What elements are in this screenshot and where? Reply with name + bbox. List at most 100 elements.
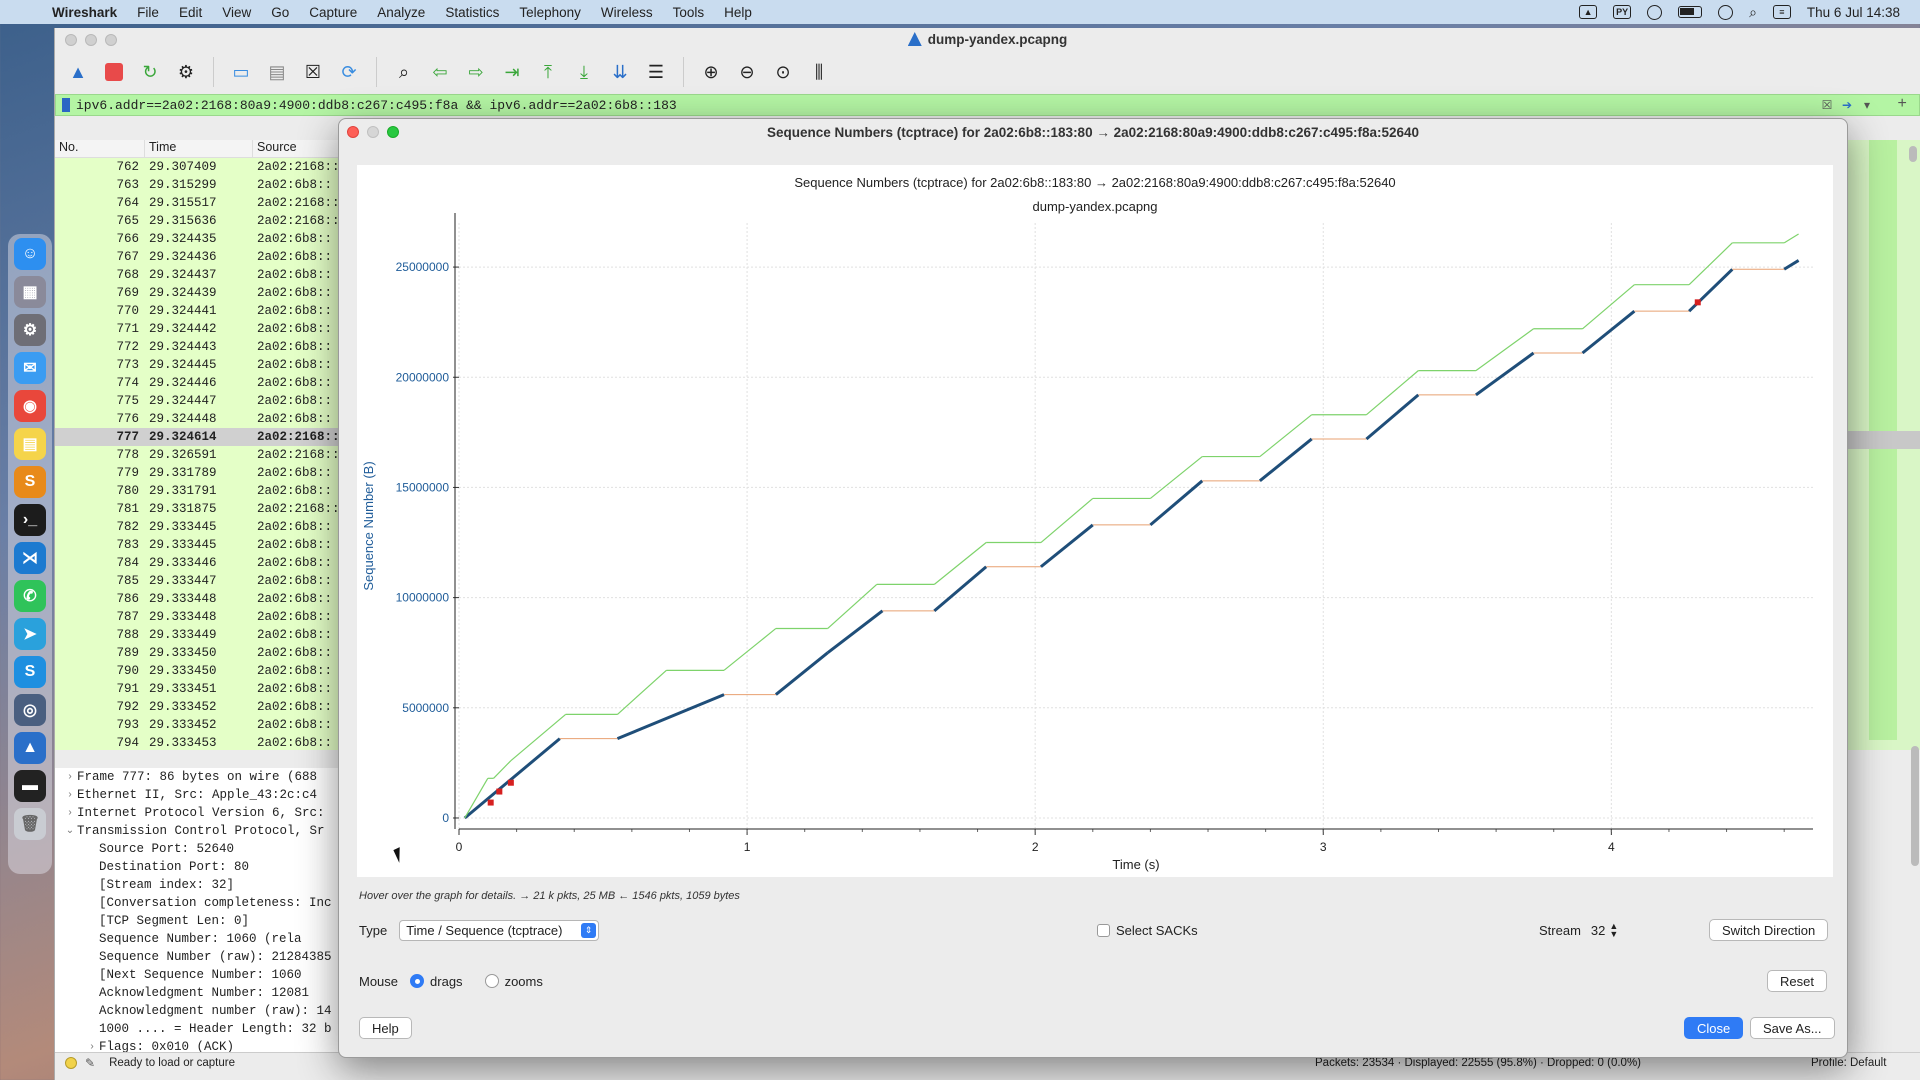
detail-row[interactable]: ⌄ Transmission Control Protocol, Sr bbox=[55, 822, 345, 840]
table-row[interactable]: 788 29.333449 2a02:6b8:: bbox=[55, 626, 345, 644]
skype-icon[interactable]: S bbox=[14, 656, 46, 688]
detail-row[interactable]: Sequence Number: 1060 (rela bbox=[55, 930, 345, 948]
expand-arrow-icon[interactable]: › bbox=[85, 1042, 99, 1053]
profile-label[interactable]: Profile: Default bbox=[1811, 1057, 1920, 1069]
menu-help[interactable]: Help bbox=[724, 5, 752, 20]
zoom-in-icon[interactable]: ⊕ bbox=[696, 57, 726, 87]
menu-edit[interactable]: Edit bbox=[179, 5, 202, 20]
detail-row[interactable]: [Next Sequence Number: 1060 bbox=[55, 966, 345, 984]
table-row[interactable]: 783 29.333445 2a02:6b8:: bbox=[55, 536, 345, 554]
menu-analyze[interactable]: Analyze bbox=[377, 5, 425, 20]
detail-row[interactable]: Source Port: 52640 bbox=[55, 840, 345, 858]
table-row[interactable]: 787 29.333448 2a02:6b8:: bbox=[55, 608, 345, 626]
find-packet-icon[interactable]: ⌕ bbox=[389, 57, 419, 87]
detail-row[interactable]: Sequence Number (raw): 21284385 bbox=[55, 948, 345, 966]
finder-icon[interactable]: ☺ bbox=[14, 238, 46, 270]
expand-arrow-icon[interactable]: ⌄ bbox=[63, 825, 77, 837]
table-row[interactable]: 764 29.315517 2a02:2168:: bbox=[55, 194, 345, 212]
reset-button[interactable]: Reset bbox=[1767, 970, 1827, 992]
reload-file-icon[interactable]: ⟳ bbox=[334, 57, 364, 87]
detail-row[interactable]: 1000 .... = Header Length: 32 b bbox=[55, 1020, 345, 1038]
first-packet-icon[interactable]: ⤒ bbox=[533, 57, 563, 87]
whatsapp-icon[interactable]: ✆ bbox=[14, 580, 46, 612]
resize-columns-icon[interactable]: ⫼ bbox=[804, 57, 834, 87]
select-sacks-control[interactable]: Select SACKs bbox=[1097, 923, 1198, 938]
table-row[interactable]: 769 29.324439 2a02:6b8:: bbox=[55, 284, 345, 302]
close-window-button[interactable] bbox=[65, 34, 77, 46]
capture-comment-icon[interactable]: ✎ bbox=[85, 1056, 95, 1070]
table-row[interactable]: 785 29.333447 2a02:6b8:: bbox=[55, 572, 345, 590]
detail-row[interactable]: [Stream index: 32] bbox=[55, 876, 345, 894]
search-icon[interactable]: ⌕ bbox=[1749, 4, 1757, 21]
expand-arrow-icon[interactable]: › bbox=[63, 808, 77, 819]
restart-capture-icon[interactable]: ↻ bbox=[135, 57, 165, 87]
dialog-minimize-light[interactable] bbox=[367, 126, 379, 138]
select-sacks-checkbox[interactable] bbox=[1097, 923, 1110, 937]
network-utility-icon[interactable]: ◎ bbox=[14, 694, 46, 726]
minimize-window-button[interactable] bbox=[85, 34, 97, 46]
table-row[interactable]: 780 29.331791 2a02:6b8:: bbox=[55, 482, 345, 500]
drags-radio[interactable] bbox=[410, 974, 425, 988]
switch-direction-button[interactable]: Switch Direction bbox=[1709, 919, 1829, 941]
launchpad-icon[interactable]: ▦ bbox=[14, 276, 46, 308]
start-capture-icon[interactable]: ▲ bbox=[63, 57, 93, 87]
column-source[interactable]: Source bbox=[253, 140, 345, 157]
chrome-icon[interactable]: ◉ bbox=[14, 390, 46, 422]
filter-bookmark-icon[interactable] bbox=[62, 98, 70, 112]
table-row[interactable]: 762 29.307409 2a02:2168:: bbox=[55, 158, 345, 176]
detail-row[interactable]: Acknowledgment number (raw): 14 bbox=[55, 1002, 345, 1020]
system-settings-icon[interactable]: ⚙ bbox=[14, 314, 46, 346]
zoom-window-button[interactable] bbox=[105, 34, 117, 46]
detail-row[interactable]: Destination Port: 80 bbox=[55, 858, 345, 876]
expert-info-icon[interactable] bbox=[65, 1056, 77, 1069]
table-row[interactable]: 765 29.315636 2a02:2168:: bbox=[55, 212, 345, 230]
table-row[interactable]: 792 29.333452 2a02:6b8:: bbox=[55, 698, 345, 716]
table-row[interactable]: 794 29.333453 2a02:6b8:: bbox=[55, 734, 345, 750]
detail-row[interactable]: › Frame 777: 86 bytes on wire (688 bbox=[55, 768, 345, 786]
table-row[interactable]: 776 29.324448 2a02:6b8:: bbox=[55, 410, 345, 428]
zoom-out-icon[interactable]: ⊖ bbox=[732, 57, 762, 87]
zooms-radio[interactable] bbox=[484, 974, 499, 988]
table-row[interactable]: 771 29.324442 2a02:6b8:: bbox=[55, 320, 345, 338]
user-account-icon[interactable] bbox=[1718, 4, 1734, 20]
column-no[interactable]: No. bbox=[55, 140, 145, 157]
display-filter-input[interactable]: ipv6.addr==2a02:2168:80a9:4900:ddb8:c267… bbox=[76, 98, 677, 113]
detail-row[interactable]: Acknowledgment Number: 12081 bbox=[55, 984, 345, 1002]
table-row[interactable]: 766 29.324435 2a02:6b8:: bbox=[55, 230, 345, 248]
apply-filter-icon[interactable]: ➔ bbox=[1839, 97, 1855, 113]
table-row[interactable]: 784 29.333446 2a02:6b8:: bbox=[55, 554, 345, 572]
table-row[interactable]: 772 29.324443 2a02:6b8:: bbox=[55, 338, 345, 356]
autoscroll-icon[interactable]: ⇊ bbox=[605, 57, 635, 87]
play-status-icon[interactable] bbox=[1647, 4, 1663, 20]
table-row[interactable]: 768 29.324437 2a02:6b8:: bbox=[55, 266, 345, 284]
table-row[interactable]: 789 29.333450 2a02:6b8:: bbox=[55, 644, 345, 662]
dialog-close-light[interactable] bbox=[347, 126, 359, 138]
save-file-icon[interactable]: ▤ bbox=[262, 57, 292, 87]
capture-options-icon[interactable]: ⚙ bbox=[171, 57, 201, 87]
go-forward-icon[interactable]: ⇨ bbox=[461, 57, 491, 87]
notes-icon[interactable]: ▤ bbox=[14, 428, 46, 460]
graph-plot-area[interactable]: Sequence Numbers (tcptrace) for 2a02:6b8… bbox=[357, 165, 1833, 877]
table-row[interactable]: 782 29.333445 2a02:6b8:: bbox=[55, 518, 345, 536]
table-row[interactable]: 778 29.326591 2a02:2168:: bbox=[55, 446, 345, 464]
last-packet-icon[interactable]: ⤓ bbox=[569, 57, 599, 87]
input-source-badge[interactable]: PY bbox=[1613, 5, 1632, 19]
sublime-text-icon[interactable]: S bbox=[14, 466, 46, 498]
normal-size-icon[interactable]: ⊙ bbox=[768, 57, 798, 87]
detail-row[interactable]: [Conversation completeness: Inc bbox=[55, 894, 345, 912]
table-row[interactable]: 790 29.333450 2a02:6b8:: bbox=[55, 662, 345, 680]
table-row[interactable]: 786 29.333448 2a02:6b8:: bbox=[55, 590, 345, 608]
table-row[interactable]: 791 29.333451 2a02:6b8:: bbox=[55, 680, 345, 698]
expand-arrow-icon[interactable]: › bbox=[63, 790, 77, 801]
vscode-icon[interactable]: ⋊ bbox=[14, 542, 46, 574]
table-row[interactable]: 770 29.324441 2a02:6b8:: bbox=[55, 302, 345, 320]
clear-filter-icon[interactable]: ☒ bbox=[1819, 97, 1835, 113]
table-row[interactable]: 793 29.333452 2a02:6b8:: bbox=[55, 716, 345, 734]
help-button[interactable]: Help bbox=[359, 1017, 412, 1039]
stop-capture-icon[interactable] bbox=[99, 57, 129, 87]
notes-status-icon[interactable]: ▲ bbox=[1579, 5, 1598, 19]
table-row[interactable]: 781 29.331875 2a02:2168:: bbox=[55, 500, 345, 518]
mail-icon[interactable]: ✉ bbox=[14, 352, 46, 384]
table-row[interactable]: 767 29.324436 2a02:6b8:: bbox=[55, 248, 345, 266]
menu-wireless[interactable]: Wireless bbox=[601, 5, 653, 20]
